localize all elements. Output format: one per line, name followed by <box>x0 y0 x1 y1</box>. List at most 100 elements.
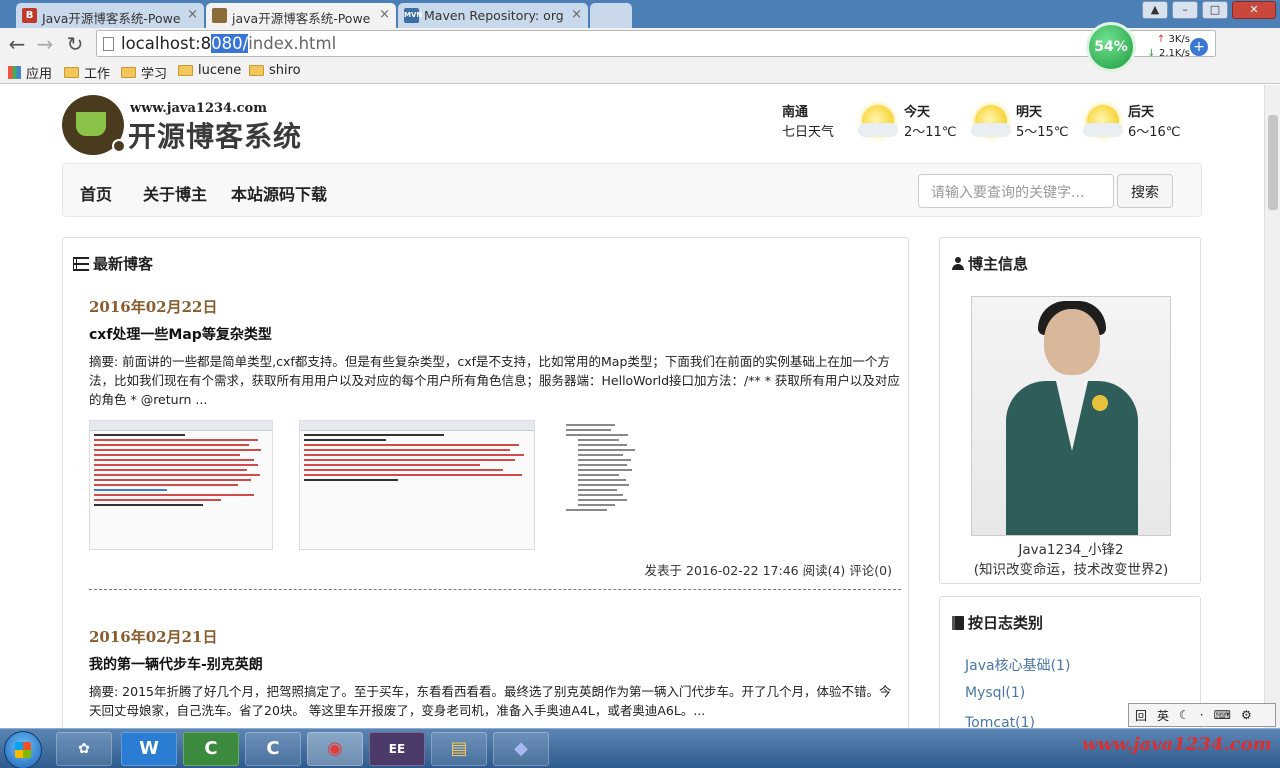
day-temp: 6～16℃ <box>1128 125 1181 140</box>
taskbar-app-7[interactable]: ◆ <box>493 732 549 766</box>
taskbar-eclipse-jee[interactable]: EE <box>369 732 425 766</box>
folder-icon <box>178 65 193 76</box>
maximize-button[interactable]: □ <box>1202 1 1228 19</box>
logo-cup-icon <box>76 112 106 136</box>
panel-title-text: 按日志类别 <box>968 614 1044 632</box>
logo-title[interactable]: 开源博客系统 <box>128 115 302 155</box>
day-name: 今天 <box>904 105 931 120</box>
speed-plus-icon[interactable]: + <box>1190 38 1208 56</box>
post-title-link[interactable]: cxf处理一些Map等复杂类型 <box>89 324 272 344</box>
author-info-panel: 博主信息 Java1234_小锋2 (知识改变命运，技术改变世界2) <box>939 237 1201 584</box>
close-window-button[interactable]: ✕ <box>1232 1 1276 19</box>
address-bar[interactable]: localhost:8080/index.html <box>96 30 1216 57</box>
panel-title-text: 最新博客 <box>93 255 154 273</box>
close-icon[interactable]: × <box>187 7 198 22</box>
tab-maven[interactable]: MVN Maven Repository: org × <box>398 3 588 28</box>
sunny-cloud-icon <box>971 105 1011 137</box>
address-host: localhost:8 <box>121 34 212 53</box>
reload-icon[interactable]: ↻ <box>64 32 86 56</box>
keyboard-icon: ⌨ <box>1213 708 1231 722</box>
bookmark-label: 应用 <box>26 67 53 82</box>
page-scrollbar[interactable] <box>1264 85 1280 728</box>
day-name: 后天 <box>1128 105 1155 120</box>
address-selection: 080/ <box>211 34 249 53</box>
upload-speed: 3K/s <box>1168 34 1191 45</box>
list-icon <box>73 256 89 271</box>
post-summary: 摘要: 2015年折腾了好几个月，把驾照搞定了。至于买车，东看看西看看。最终选了… <box>89 684 892 718</box>
tab-blog-1[interactable]: B Java开源博客系统-Powe × <box>16 3 204 28</box>
upload-arrow-icon: ↑ <box>1156 34 1166 45</box>
bookmark-shiro[interactable]: shiro <box>249 63 301 78</box>
blog-favicon-icon: B <box>22 8 37 23</box>
tab-blog-2[interactable]: java开源博客系统-Powe × <box>206 3 396 28</box>
post-date: 2016年02月22日 <box>89 298 218 316</box>
taskbar-app-colorful-icon[interactable]: ✿ <box>56 732 112 766</box>
back-arrow-icon[interactable]: ← <box>6 32 28 56</box>
address-path: index.html <box>248 34 337 53</box>
bookmark-study[interactable]: 学习 <box>121 63 167 82</box>
bookmark-label: 工作 <box>84 67 111 82</box>
tab-label: Java开源博客系统-Powe <box>42 11 181 26</box>
taskbar-chrome[interactable]: ◉ <box>307 732 363 766</box>
ime-mode[interactable]: 英 <box>1157 707 1169 724</box>
profile-button[interactable]: ▲ <box>1142 1 1168 19</box>
bookmark-apps[interactable]: 应用 <box>8 63 52 82</box>
panel-title: 博主信息 <box>952 253 1028 274</box>
close-icon[interactable]: × <box>571 7 582 22</box>
folder-icon <box>64 67 79 78</box>
forward-arrow-icon[interactable]: → <box>34 32 56 56</box>
search-button[interactable]: 搜索 <box>1117 174 1173 208</box>
site-navbar: 首页 关于博主 本站源码下载 请输入要查询的关键字... 搜索 <box>62 163 1202 217</box>
forecast-label[interactable]: 七日天气 <box>782 123 834 143</box>
network-speed-ball[interactable]: 54% <box>1086 22 1136 72</box>
tab-label: java开源博客系统-Powe <box>232 11 371 26</box>
bookmark-label: 学习 <box>141 67 168 82</box>
city-name: 南通 <box>782 105 809 120</box>
close-icon[interactable]: × <box>379 7 390 22</box>
page-favicon-icon <box>212 8 227 23</box>
post-date: 2016年02月21日 <box>89 628 218 646</box>
dot-icon: · <box>1199 708 1204 722</box>
post-screenshot-console[interactable] <box>89 420 273 550</box>
post-summary: 摘要: 前面讲的一些都是简单类型,cxf都支持。但是有些复杂类型，cxf是不支持… <box>89 354 900 407</box>
logo-dot-icon <box>112 139 126 153</box>
taskbar-camtasia-2[interactable]: C <box>245 732 301 766</box>
nav-about[interactable]: 关于博主 <box>143 181 207 205</box>
user-icon <box>952 257 964 270</box>
start-button[interactable] <box>4 731 42 768</box>
nav-source-download[interactable]: 本站源码下载 <box>231 181 327 205</box>
taskbar-wps-writer[interactable]: W <box>121 732 177 766</box>
panel-title: 最新博客 <box>73 253 153 274</box>
taskbar-camtasia-1[interactable]: C <box>183 732 239 766</box>
scrollbar-thumb[interactable] <box>1268 115 1278 210</box>
author-avatar <box>971 296 1171 536</box>
new-tab-button[interactable] <box>590 3 632 28</box>
sunny-cloud-icon <box>858 105 898 137</box>
bookmark-work[interactable]: 工作 <box>64 63 110 82</box>
panel-title-text: 博主信息 <box>968 255 1029 273</box>
ime-toolbar[interactable]: 回 英 ☾ · ⌨ ⚙ <box>1128 703 1276 727</box>
category-link[interactable]: Java核心基础(1) <box>965 655 1070 675</box>
panel-title: 按日志类别 <box>952 612 1043 633</box>
author-motto: (知识改变命运，技术改变世界2) <box>973 562 1169 578</box>
apps-grid-icon <box>8 66 21 79</box>
moon-icon: ☾ <box>1179 708 1190 722</box>
post-meta[interactable]: 发表于 2016-02-22 17:46 阅读(4) 评论(0) <box>645 560 892 579</box>
tab-strip: B Java开源博客系统-Powe × java开源博客系统-Powe × MV… <box>0 0 1280 28</box>
post-title-link[interactable]: 我的第一辆代步车-别克英朗 <box>89 654 263 674</box>
search-input[interactable]: 请输入要查询的关键字... <box>918 174 1114 208</box>
category-link[interactable]: Mysql(1) <box>965 685 1025 701</box>
logo-url: www.java1234.com <box>130 101 267 116</box>
maven-favicon-icon: MVN <box>404 8 422 23</box>
folder-icon <box>249 65 264 76</box>
category-link[interactable]: Tomcat(1) <box>965 715 1035 728</box>
weather-city: 南通 七日天气 <box>782 103 834 143</box>
weather-today: 今天 2～11℃ <box>904 103 956 143</box>
minimize-button[interactable]: – <box>1172 1 1198 19</box>
post-screenshot-server[interactable] <box>299 420 535 550</box>
post-screenshot-project-tree[interactable] <box>559 420 649 550</box>
bookmark-lucene[interactable]: lucene <box>178 63 241 78</box>
nav-home[interactable]: 首页 <box>80 181 112 205</box>
tab-label: Maven Repository: org <box>424 8 564 23</box>
taskbar-explorer[interactable]: ▤ <box>431 732 487 766</box>
